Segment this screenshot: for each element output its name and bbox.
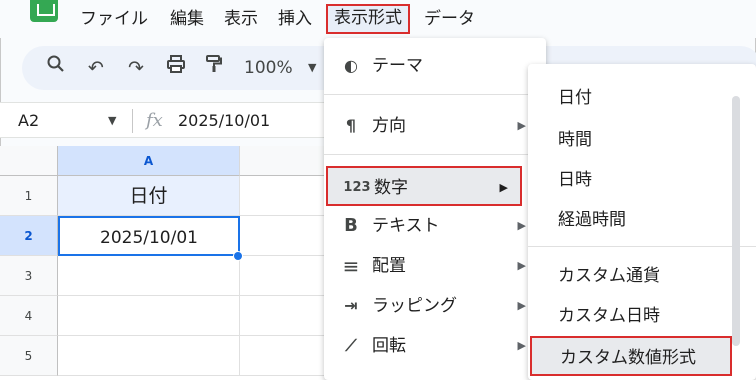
submenu-arrow-icon: ▶ <box>517 259 526 272</box>
submenu-item-custom-currency[interactable]: カスタム通貨 <box>528 256 738 296</box>
submenu-item-duration[interactable]: 経過時間 <box>528 200 738 240</box>
menu-data[interactable]: データ <box>424 6 475 32</box>
submenu-arrow-icon: ▶ <box>517 339 526 352</box>
row-header-5[interactable]: 5 <box>0 336 58 376</box>
menu-view[interactable]: 表示 <box>224 6 258 32</box>
menu-item-alignment[interactable]: ≡ 配置 ▶ <box>324 246 546 286</box>
number-format-submenu: 日付 時間 日時 経過時間 カスタム通貨 カスタム日時 カスタム数値形式 <box>528 64 756 380</box>
cell-b1[interactable] <box>240 176 330 216</box>
submenu-item-label: 時間 <box>558 130 592 150</box>
menu-file[interactable]: ファイル <box>80 6 148 32</box>
paint-format-icon[interactable] <box>200 54 228 82</box>
menu-item-label: 配置 <box>372 256 406 276</box>
cell-b2[interactable] <box>240 216 330 256</box>
menu-item-label: 回転 <box>372 336 406 356</box>
menu-item-label: 数字 <box>374 178 408 198</box>
column-header-b[interactable] <box>240 146 330 176</box>
menu-item-theme[interactable]: ◐ テーマ <box>324 46 546 86</box>
submenu-scrollbar[interactable] <box>732 96 740 346</box>
zoom-caret-icon[interactable]: ▼ <box>308 54 316 82</box>
fill-handle[interactable] <box>233 251 243 261</box>
row-header-1[interactable]: 1 <box>0 176 58 216</box>
column-header-a[interactable]: A <box>58 146 240 176</box>
redo-icon[interactable]: ↷ <box>122 54 150 82</box>
menu-item-direction[interactable]: ¶ 方向 ▶ <box>324 106 546 146</box>
cell-b3[interactable] <box>240 256 330 296</box>
menu-item-label: テーマ <box>372 56 423 76</box>
submenu-arrow-icon: ▶ <box>517 119 526 132</box>
submenu-item-label: 日付 <box>558 88 592 108</box>
menu-item-label: テキスト <box>372 216 440 236</box>
select-all-corner[interactable] <box>0 146 58 176</box>
formula-input[interactable]: 2025/10/01 <box>178 109 270 133</box>
menu-item-wrapping[interactable]: ⇥ ラッピング ▶ <box>324 286 546 326</box>
menu-divider <box>324 94 546 95</box>
cell-a2[interactable]: 2025/10/01 <box>58 216 240 256</box>
submenu-arrow-icon: ▶ <box>517 219 526 232</box>
menu-item-label: 方向 <box>372 116 406 136</box>
submenu-item-label: カスタム通貨 <box>558 266 660 286</box>
submenu-item-label: 経過時間 <box>558 210 626 230</box>
rotate-icon: ⟋ <box>345 336 357 355</box>
cell-b5[interactable] <box>240 336 330 376</box>
cell-b4[interactable] <box>240 296 330 336</box>
submenu-divider <box>528 246 756 247</box>
palette-icon: ◐ <box>344 56 358 75</box>
menu-item-rotation[interactable]: ⟋ 回転 ▶ <box>324 326 546 366</box>
cell-a3[interactable] <box>58 256 240 296</box>
submenu-item-label: 日時 <box>558 170 592 190</box>
submenu-arrow-icon: ▶ <box>499 181 508 194</box>
print-icon[interactable] <box>162 54 190 82</box>
row-header-3[interactable]: 3 <box>0 256 58 296</box>
wrap-icon: ⇥ <box>344 296 358 315</box>
submenu-item-label: カスタム数値形式 <box>560 348 696 368</box>
zoom-select[interactable]: 100% <box>244 54 293 82</box>
menu-insert[interactable]: 挿入 <box>278 6 312 32</box>
submenu-item-custom-datetime[interactable]: カスタム日時 <box>528 296 738 336</box>
menu-format[interactable]: 表示形式 <box>326 4 410 34</box>
number-icon: 123 <box>343 180 371 195</box>
menu-item-number[interactable]: 123 数字 ▶ <box>326 166 522 206</box>
submenu-item-time[interactable]: 時間 <box>528 120 738 160</box>
cell-a1[interactable]: 日付 <box>58 176 240 216</box>
format-menu: ◐ テーマ ¶ 方向 ▶ 123 数字 ▶ B テキスト ▶ ≡ 配置 ▶ ⇥ … <box>324 38 546 380</box>
formula-separator <box>132 109 133 133</box>
fx-icon: fx <box>146 110 163 131</box>
cell-a4[interactable] <box>58 296 240 336</box>
menu-item-text[interactable]: B テキスト ▶ <box>324 206 546 246</box>
cell-a5[interactable] <box>58 336 240 376</box>
search-icon[interactable] <box>42 54 70 82</box>
align-icon: ≡ <box>342 254 360 278</box>
name-box-caret-icon[interactable]: ▼ <box>108 109 116 133</box>
submenu-arrow-icon: ▶ <box>517 299 526 312</box>
submenu-item-datetime[interactable]: 日時 <box>528 160 738 200</box>
undo-icon[interactable]: ↶ <box>82 54 110 82</box>
bold-icon: B <box>344 215 358 236</box>
menu-edit[interactable]: 編集 <box>170 6 204 32</box>
row-header-4[interactable]: 4 <box>0 296 58 336</box>
direction-icon: ¶ <box>345 116 357 135</box>
submenu-item-date[interactable]: 日付 <box>528 78 738 118</box>
row-header-2[interactable]: 2 <box>0 216 58 256</box>
menubar: ファイル 編集 表示 挿入 表示形式 データ <box>0 0 756 38</box>
submenu-item-label: カスタム日時 <box>558 306 660 326</box>
menu-divider <box>324 154 546 155</box>
menu-item-label: ラッピング <box>372 296 457 316</box>
sheets-logo-icon[interactable] <box>30 0 58 22</box>
submenu-item-custom-number-format[interactable]: カスタム数値形式 <box>530 336 732 376</box>
name-box[interactable]: A2 <box>18 109 39 133</box>
